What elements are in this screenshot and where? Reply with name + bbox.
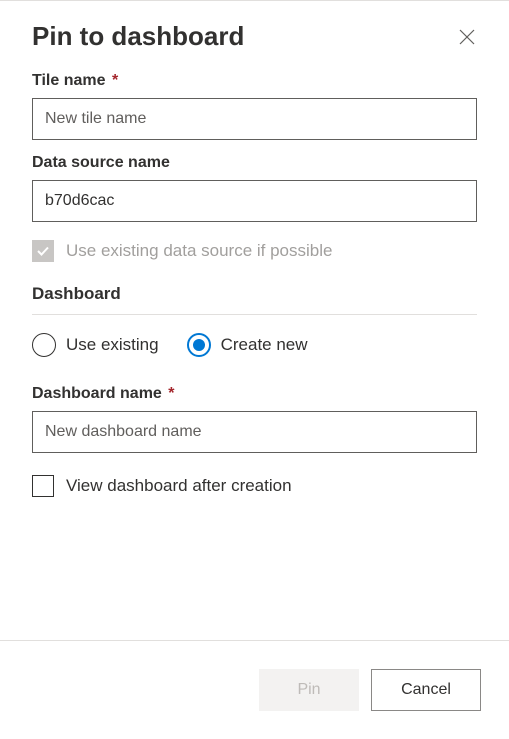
dialog-footer: Pin Cancel xyxy=(0,640,509,738)
radio-dot xyxy=(193,339,205,351)
data-source-input[interactable] xyxy=(32,180,477,222)
radio-use-existing[interactable]: Use existing xyxy=(32,333,159,357)
tile-name-label-text: Tile name xyxy=(32,72,106,89)
section-divider xyxy=(32,314,477,315)
data-source-group: Data source name xyxy=(32,154,477,222)
dashboard-name-input[interactable] xyxy=(32,411,477,453)
close-icon xyxy=(459,29,475,45)
radio-label-existing: Use existing xyxy=(66,335,159,355)
use-existing-label: Use existing data source if possible xyxy=(66,241,332,261)
dialog-title: Pin to dashboard xyxy=(32,21,244,52)
dashboard-radio-group: Use existing Create new xyxy=(32,333,477,357)
pin-dashboard-dialog: Pin to dashboard Tile name * Data source… xyxy=(0,0,509,640)
tile-name-input[interactable] xyxy=(32,98,477,140)
dashboard-name-label: Dashboard name * xyxy=(32,385,477,403)
use-existing-checkbox-row: Use existing data source if possible xyxy=(32,240,477,262)
radio-circle-new xyxy=(187,333,211,357)
tile-name-group: Tile name * xyxy=(32,72,477,140)
pin-button[interactable]: Pin xyxy=(259,669,359,711)
dashboard-section-label: Dashboard xyxy=(32,284,477,304)
dialog-header: Pin to dashboard xyxy=(32,21,477,52)
radio-create-new[interactable]: Create new xyxy=(187,333,308,357)
view-after-checkbox[interactable] xyxy=(32,475,54,497)
view-after-label: View dashboard after creation xyxy=(66,476,292,496)
data-source-label: Data source name xyxy=(32,154,477,172)
required-asterisk: * xyxy=(108,72,119,89)
required-asterisk: * xyxy=(164,385,175,402)
tile-name-label: Tile name * xyxy=(32,72,477,90)
checkmark-icon xyxy=(36,244,50,258)
cancel-button[interactable]: Cancel xyxy=(371,669,481,711)
dashboard-name-group: Dashboard name * xyxy=(32,385,477,453)
radio-label-new: Create new xyxy=(221,335,308,355)
close-button[interactable] xyxy=(457,27,477,47)
view-after-row: View dashboard after creation xyxy=(32,475,477,497)
radio-circle-existing xyxy=(32,333,56,357)
dashboard-name-label-text: Dashboard name xyxy=(32,385,162,402)
use-existing-checkbox xyxy=(32,240,54,262)
